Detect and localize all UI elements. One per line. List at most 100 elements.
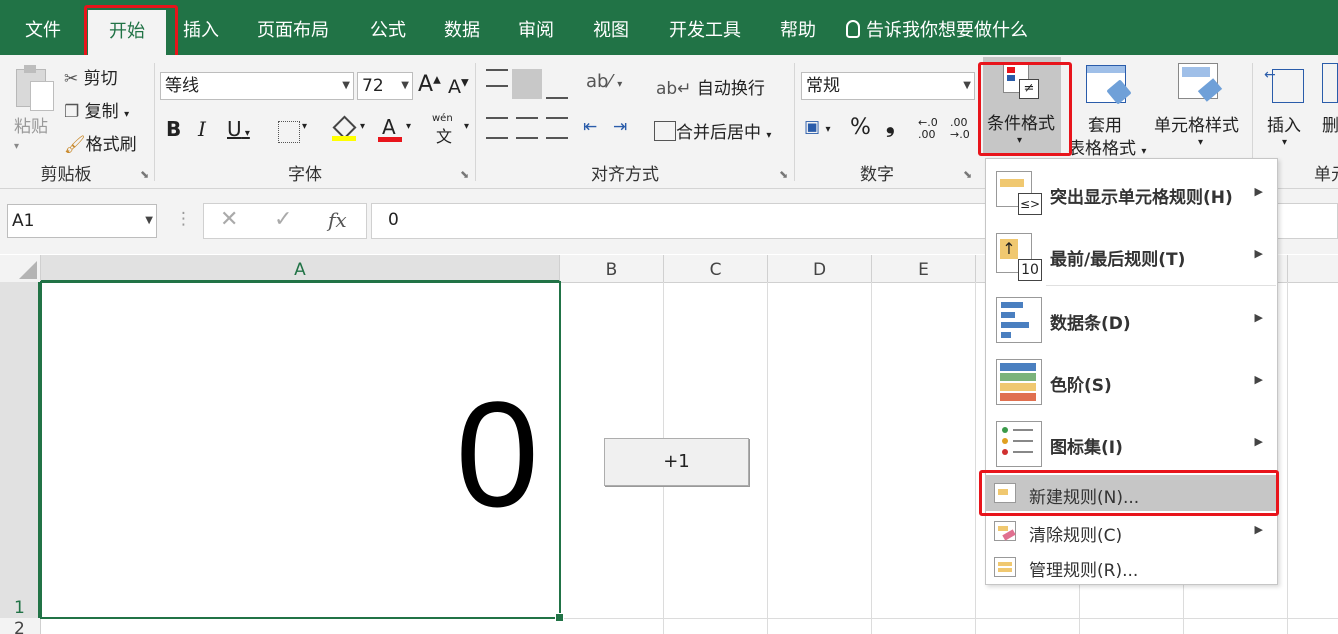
tell-me-search[interactable]: 告诉我你想要做什么 bbox=[846, 0, 1046, 55]
column-header-d[interactable]: D bbox=[768, 255, 872, 282]
wrap-text-icon: ab↵ bbox=[656, 79, 692, 99]
chevron-down-icon[interactable]: ▾ bbox=[406, 121, 411, 132]
copy-icon: ❐ bbox=[64, 102, 80, 122]
percent-button[interactable]: % bbox=[850, 115, 871, 140]
select-all-button[interactable] bbox=[0, 255, 41, 282]
menu-item-highlight-rules[interactable]: ≤> 突出显示单元格规则(H) ▶ bbox=[986, 159, 1277, 223]
cell-styles-icon[interactable] bbox=[1178, 63, 1223, 105]
name-box[interactable]: A1 ▼ bbox=[7, 204, 157, 238]
increase-decimal-button[interactable]: ←.0.00 bbox=[918, 117, 938, 141]
tab-insert[interactable]: 插入 bbox=[172, 0, 230, 55]
column-header-b[interactable]: B bbox=[560, 255, 664, 282]
number-format-combo[interactable]: 常规 ▼ bbox=[801, 72, 975, 100]
insert-cells-icon[interactable]: ← bbox=[1264, 63, 1306, 103]
bold-button[interactable]: B bbox=[166, 117, 181, 141]
phonetic-guide-icon[interactable]: wén 文 bbox=[432, 113, 462, 146]
italic-button[interactable]: I bbox=[198, 117, 206, 141]
decrease-indent-icon[interactable]: ⇤ bbox=[583, 117, 597, 137]
increment-button[interactable]: +1 bbox=[604, 438, 749, 486]
format-painter-button[interactable]: 🖌格式刷 bbox=[64, 130, 137, 155]
shrink-font-button[interactable]: A▼ bbox=[448, 76, 469, 98]
group-separator bbox=[475, 63, 476, 181]
paste-icon[interactable] bbox=[14, 63, 54, 111]
chevron-down-icon[interactable]: ▾ bbox=[302, 121, 307, 132]
align-top-icon[interactable] bbox=[486, 69, 508, 87]
column-header-a[interactable]: A bbox=[41, 255, 560, 282]
top-bottom-glyph: 10 bbox=[1018, 259, 1042, 281]
increase-indent-icon[interactable]: ⇥ bbox=[613, 117, 627, 137]
fill-color-icon[interactable] bbox=[332, 115, 357, 141]
number-launcher-icon[interactable]: ⬊ bbox=[963, 168, 972, 181]
submenu-arrow-icon: ▶ bbox=[1254, 435, 1263, 448]
column-header-e[interactable]: E bbox=[872, 255, 976, 282]
align-center-icon[interactable] bbox=[516, 117, 538, 139]
wrap-text-button[interactable]: ab↵ 自动换行 bbox=[656, 74, 765, 99]
orientation-icon[interactable]: ab⁄ ▾ bbox=[586, 71, 622, 92]
chevron-down-icon[interactable]: ▾ bbox=[1282, 137, 1287, 148]
cancel-icon[interactable]: ✕ bbox=[220, 207, 238, 232]
font-color-icon[interactable]: A bbox=[378, 115, 402, 143]
menu-item-color-scales[interactable]: 色阶(S) ▶ bbox=[986, 349, 1277, 411]
tab-formulas[interactable]: 公式 bbox=[360, 0, 416, 55]
underline-button[interactable]: U ▾ bbox=[227, 117, 250, 141]
align-middle-icon[interactable] bbox=[512, 69, 542, 99]
menu-label: 最前/最后规则(T) bbox=[1050, 250, 1186, 270]
tab-file[interactable]: 文件 bbox=[14, 0, 72, 55]
cell-a1[interactable]: 0 bbox=[40, 281, 564, 622]
tab-page-layout[interactable]: 页面布局 bbox=[250, 0, 336, 55]
menu-item-data-bars[interactable]: 数据条(D) ▶ bbox=[986, 287, 1277, 349]
format-as-table-button[interactable]: 表格格式 ▾ bbox=[1068, 134, 1146, 159]
menu-item-icon-sets[interactable]: 图标集(I) ▶ bbox=[986, 411, 1277, 473]
tab-review[interactable]: 审阅 bbox=[508, 0, 564, 55]
cell-styles-button[interactable]: 单元格样式 bbox=[1154, 111, 1239, 136]
merge-center-button[interactable]: 合并后居中 ▾ bbox=[654, 118, 771, 143]
column-header-c[interactable]: C bbox=[664, 255, 768, 282]
alignment-launcher-icon[interactable]: ⬊ bbox=[779, 168, 788, 181]
delete-cells-icon[interactable] bbox=[1322, 63, 1338, 103]
paste-arrow-icon[interactable]: ▾ bbox=[14, 141, 19, 152]
align-right-icon[interactable] bbox=[546, 117, 568, 139]
font-size-value: 72 bbox=[362, 76, 384, 96]
format-as-table-icon[interactable] bbox=[1086, 65, 1132, 105]
clear-rules-icon bbox=[994, 521, 1016, 541]
font-name-combo[interactable]: 等线 ▼ bbox=[160, 72, 354, 100]
menu-item-manage-rules[interactable]: 管理规则(R)... bbox=[986, 549, 1277, 585]
align-bottom-icon[interactable] bbox=[546, 81, 568, 99]
borders-icon[interactable] bbox=[278, 121, 300, 143]
tab-view[interactable]: 视图 bbox=[583, 0, 639, 55]
comma-style-button[interactable]: ❟ bbox=[886, 113, 895, 138]
submenu-arrow-icon: ▶ bbox=[1254, 373, 1263, 386]
font-launcher-icon[interactable]: ⬊ bbox=[460, 168, 469, 181]
chevron-down-icon[interactable]: ▾ bbox=[464, 121, 469, 132]
format-as-table-label-1[interactable]: 套用 bbox=[1088, 111, 1122, 136]
chevron-down-icon[interactable]: ▾ bbox=[360, 121, 365, 132]
grid-line bbox=[767, 282, 768, 634]
tab-help[interactable]: 帮助 bbox=[770, 0, 826, 55]
delete-cells-button[interactable]: 删 bbox=[1322, 111, 1338, 136]
clipboard-launcher-icon[interactable]: ⬊ bbox=[140, 168, 149, 181]
row-header-2[interactable]: 2 bbox=[0, 619, 40, 634]
fill-handle[interactable] bbox=[555, 613, 564, 622]
currency-icon[interactable]: ▣ ▾ bbox=[804, 117, 831, 137]
tab-data[interactable]: 数据 bbox=[434, 0, 490, 55]
cut-button[interactable]: ✂ 剪切 bbox=[64, 64, 118, 89]
chevron-down-icon[interactable]: ▾ bbox=[1198, 137, 1203, 148]
insert-function-button[interactable]: fx bbox=[328, 208, 347, 232]
enter-icon[interactable]: ✓ bbox=[274, 207, 292, 232]
row-header-1[interactable]: 1 bbox=[0, 282, 40, 618]
align-left-icon[interactable] bbox=[486, 117, 508, 139]
grow-font-button[interactable]: A▲ bbox=[418, 72, 441, 97]
insert-cells-button[interactable]: 插入 bbox=[1267, 111, 1301, 136]
copy-button[interactable]: ❐ 复制 ▾ bbox=[64, 97, 129, 122]
format-painter-label: 格式刷 bbox=[85, 135, 137, 155]
conditional-formatting-menu: ≤> 突出显示单元格规则(H) ▶ ↑ 10 最前/最后规则(T) ▶ 数据条(… bbox=[985, 158, 1278, 585]
decrease-decimal-button[interactable]: .00 →.0 bbox=[950, 117, 970, 141]
menu-item-top-bottom-rules[interactable]: ↑ 10 最前/最后规则(T) ▶ bbox=[986, 223, 1277, 285]
menu-item-clear-rules[interactable]: 清除规则(C) ▶ bbox=[986, 513, 1277, 549]
grid-line bbox=[871, 282, 872, 634]
font-size-combo[interactable]: 72 ▼ bbox=[357, 72, 413, 100]
color-scales-icon bbox=[996, 359, 1042, 405]
submenu-arrow-icon: ▶ bbox=[1254, 247, 1263, 260]
paste-button[interactable]: 粘贴 bbox=[14, 112, 48, 137]
tab-developer[interactable]: 开发工具 bbox=[660, 0, 750, 55]
